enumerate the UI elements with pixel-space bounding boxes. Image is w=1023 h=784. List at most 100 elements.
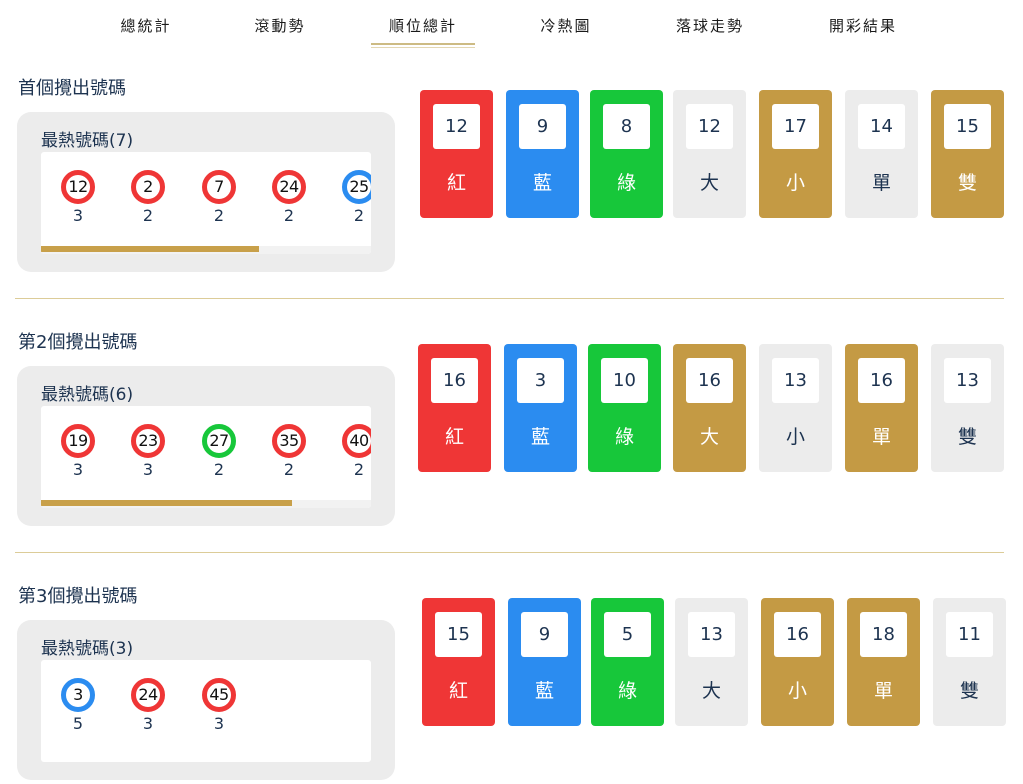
number-ball: 27 [202, 424, 236, 458]
hot-number-item: 24 3 [113, 678, 183, 733]
number-ball: 24 [131, 678, 165, 712]
stat-value: 13 [772, 358, 819, 403]
tab-total-stats[interactable]: 總統計 [94, 12, 198, 45]
hottest-numbers-panel: 最熱號碼(3) 3 5 24 3 45 3 [17, 620, 395, 780]
number-ball: 12 [61, 170, 95, 204]
stat-card: 13 雙 [931, 344, 1004, 472]
tab-ball-trend[interactable]: 落球走勢 [658, 12, 762, 45]
hottest-numbers-scroller[interactable]: 12 3 2 2 7 2 24 2 25 2 [41, 152, 371, 254]
tab-rolling-trend[interactable]: 滾動勢 [228, 12, 332, 45]
hottest-numbers-scroller[interactable]: 3 5 24 3 45 3 [41, 660, 371, 762]
section-divider [15, 298, 1004, 299]
occurrence-count: 3 [142, 714, 154, 733]
stat-card: 12 紅 [420, 90, 493, 218]
hottest-numbers-panel: 最熱號碼(6) 19 3 23 3 27 2 35 2 40 2 [17, 366, 395, 526]
stat-label: 綠 [617, 680, 637, 702]
stat-card: 16 小 [761, 598, 834, 726]
occurrence-count: 3 [72, 460, 84, 479]
stat-value: 5 [604, 612, 651, 657]
hot-number-item: 24 2 [254, 170, 324, 225]
stat-card: 11 雙 [933, 598, 1006, 726]
stat-card: 15 雙 [931, 90, 1004, 218]
section-title: 第2個攪出號碼 [18, 332, 138, 353]
stat-card: 13 大 [675, 598, 748, 726]
hot-number-item: 27 2 [184, 424, 254, 479]
occurrence-count: 3 [72, 206, 84, 225]
hottest-numbers-label: 最熱號碼(6) [41, 385, 134, 405]
hot-number-item: 25 2 [324, 170, 371, 225]
stat-card: 15 紅 [422, 598, 495, 726]
tab-draw-results[interactable]: 開彩結果 [811, 12, 915, 45]
hottest-numbers-label: 最熱號碼(3) [41, 639, 134, 659]
stat-card: 16 大 [673, 344, 746, 472]
stat-value: 18 [860, 612, 907, 657]
hot-number-item: 35 [43, 678, 113, 733]
tab-hot-cold-chart[interactable]: 冷熱圖 [514, 12, 618, 45]
number-ball: 19 [61, 424, 95, 458]
stat-value: 16 [774, 612, 821, 657]
stat-value: 9 [519, 104, 566, 149]
hottest-numbers-panel: 最熱號碼(7) 12 3 2 2 7 2 24 2 25 2 [17, 112, 395, 272]
scroll-progress-bar[interactable] [41, 246, 371, 254]
occurrence-count: 2 [283, 460, 295, 479]
hottest-numbers-scroller[interactable]: 19 3 23 3 27 2 35 2 40 2 [41, 406, 371, 508]
stat-label: 大 [701, 680, 721, 702]
stat-value: 15 [944, 104, 991, 149]
occurrence-count: 2 [283, 206, 295, 225]
stat-value: 3 [517, 358, 564, 403]
stat-card: 8綠 [590, 90, 663, 218]
stat-label: 單 [873, 680, 893, 702]
stat-label: 雙 [957, 172, 977, 194]
stat-label: 紅 [446, 172, 466, 194]
hot-number-item: 12 3 [43, 170, 113, 225]
stat-label: 大 [699, 172, 719, 194]
stat-label: 小 [785, 172, 805, 194]
stat-label: 藍 [532, 172, 552, 194]
number-ball: 2 [131, 170, 165, 204]
number-ball: 40 [342, 424, 371, 458]
stat-label: 小 [785, 426, 805, 448]
position-section: 首個攪出號碼 最熱號碼(7) 12 3 2 2 7 2 24 2 25 2 12 紅 9 藍 8 綠 12 大 17 小 1… [0, 74, 1023, 272]
section-divider [15, 552, 1004, 553]
stat-label: 紅 [448, 680, 468, 702]
stat-card: 12 大 [673, 90, 746, 218]
stat-value: 15 [435, 612, 482, 657]
stat-card: 18 單 [847, 598, 920, 726]
hot-number-item: 72 [184, 170, 254, 225]
stat-label: 藍 [534, 680, 554, 702]
hot-number-item: 19 3 [43, 424, 113, 479]
stat-card: 9藍 [506, 90, 579, 218]
stat-value: 13 [944, 358, 991, 403]
stat-label: 雙 [959, 680, 979, 702]
hot-number-item: 22 [113, 170, 183, 225]
stat-label: 小 [787, 680, 807, 702]
occurrence-count: 2 [353, 206, 365, 225]
hot-number-item: 45 3 [184, 678, 254, 733]
occurrence-count: 3 [142, 460, 154, 479]
stat-value: 9 [521, 612, 568, 657]
number-ball: 35 [272, 424, 306, 458]
stat-card: 10 綠 [588, 344, 661, 472]
stat-value: 11 [946, 612, 993, 657]
number-ball: 24 [272, 170, 306, 204]
hottest-numbers-label: 最熱號碼(7) [41, 131, 134, 151]
scroll-progress-fill [41, 246, 259, 252]
top-nav: 總統計 滾動勢 順位總計 冷熱圖 落球走勢 開彩結果 [0, 0, 1023, 48]
hot-number-item: 23 3 [113, 424, 183, 479]
number-ball: 25 [342, 170, 371, 204]
tab-position-stats[interactable]: 順位總計 [371, 12, 475, 48]
number-ball: 23 [131, 424, 165, 458]
stat-card: 16 單 [845, 344, 918, 472]
stat-card: 9藍 [508, 598, 581, 726]
position-section: 第2個攪出號碼 最熱號碼(6) 19 3 23 3 27 2 35 2 40 2 16 紅 3 藍 10 綠 16 大… [0, 328, 1023, 526]
stat-label: 綠 [614, 426, 634, 448]
stat-value: 17 [772, 104, 819, 149]
scroll-progress-bar[interactable] [41, 500, 371, 508]
stat-label: 大 [699, 426, 719, 448]
number-ball: 3 [61, 678, 95, 712]
stat-card: 3藍 [504, 344, 577, 472]
section-title: 首個攪出號碼 [18, 78, 126, 99]
position-section: 第3個攪出號碼 最熱號碼(3) 3 5 24 3 45 3 15 紅 9 藍 5 綠 13 大 16 小 18 單 11… [0, 582, 1023, 780]
stat-label: 紅 [444, 426, 464, 448]
stat-label: 綠 [616, 172, 636, 194]
